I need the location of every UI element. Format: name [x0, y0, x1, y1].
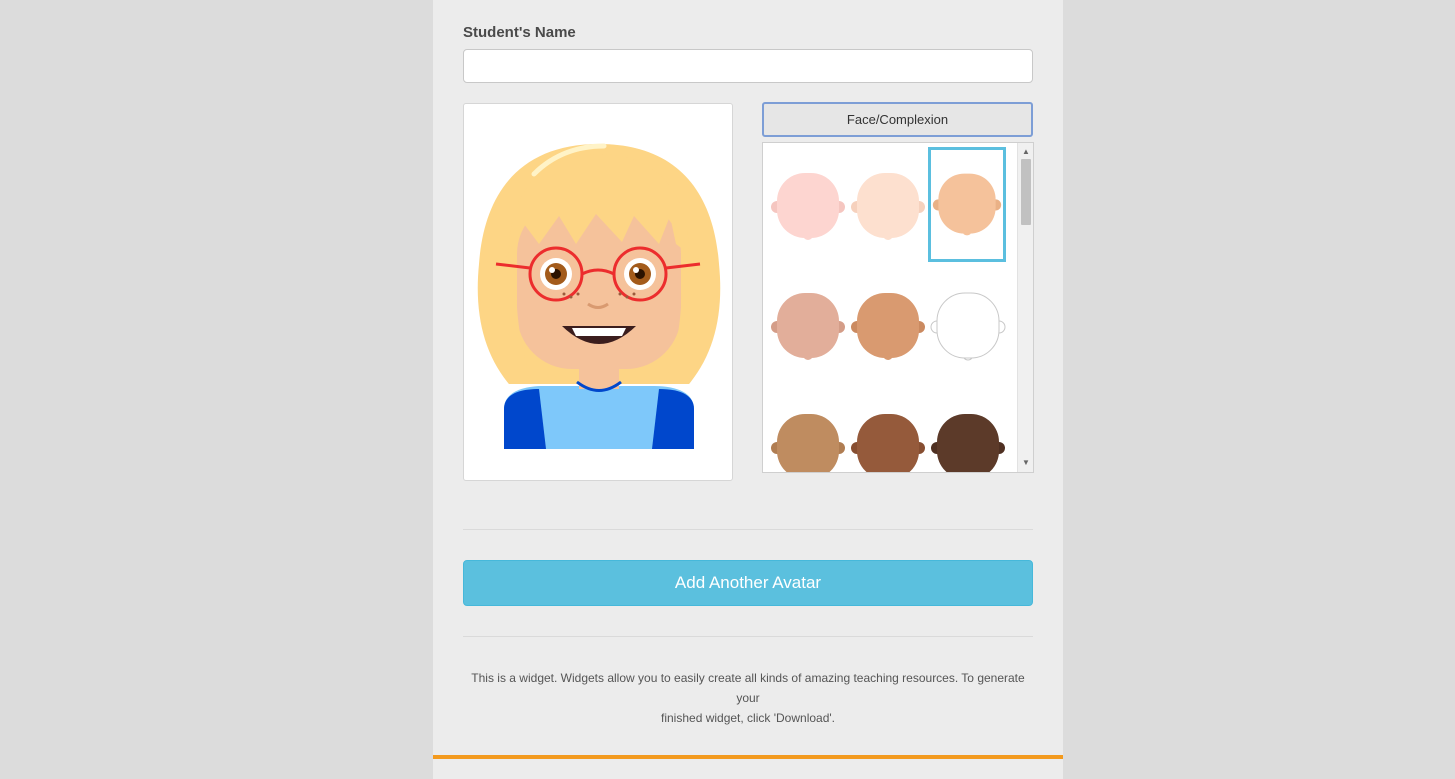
scroll-thumb[interactable] [1021, 159, 1031, 225]
category-face-complexion-button[interactable]: Face/Complexion [762, 102, 1033, 137]
face-shape-icon [851, 173, 925, 240]
complexion-option-7[interactable] [769, 390, 847, 472]
complexion-option-1[interactable] [769, 149, 847, 264]
face-shape-icon [851, 414, 925, 472]
widget-panel: Student's Name Face/Complexion ▲ ▼ Add A… [433, 0, 1063, 779]
widget-info-line-2: finished widget, click 'Download'. [661, 711, 835, 725]
complexion-option-6[interactable] [929, 269, 1007, 384]
face-shape-icon [931, 414, 1005, 472]
widget-info-line-1: This is a widget. Widgets allow you to e… [471, 671, 1025, 705]
complexion-options: ▲ ▼ [762, 142, 1034, 473]
add-another-avatar-button[interactable]: Add Another Avatar [463, 560, 1033, 606]
options-scrollbar[interactable]: ▲ ▼ [1017, 143, 1033, 472]
student-name-label: Student's Name [463, 24, 576, 41]
face-shape-icon [771, 293, 845, 360]
panel-bottom-accent-bar [433, 755, 1063, 759]
scroll-down-arrow-icon[interactable]: ▼ [1018, 456, 1033, 470]
complexion-option-2[interactable] [849, 149, 927, 264]
face-shape-icon [930, 292, 1006, 361]
student-name-input[interactable] [463, 49, 1033, 83]
face-shape-icon [932, 173, 1002, 236]
scroll-up-arrow-icon[interactable]: ▲ [1018, 145, 1033, 159]
avatar-preview [463, 103, 733, 481]
widget-info-text: This is a widget. Widgets allow you to e… [463, 668, 1033, 728]
face-shape-icon [851, 293, 925, 360]
face-shape-icon [771, 414, 845, 472]
complexion-option-8[interactable] [849, 390, 927, 472]
avatar-image [477, 143, 721, 449]
face-shape-icon [771, 173, 845, 240]
complexion-option-5[interactable] [849, 269, 927, 384]
complexion-option-4[interactable] [769, 269, 847, 384]
divider-top [463, 529, 1033, 530]
divider-bottom [463, 636, 1033, 637]
complexion-option-9[interactable] [929, 390, 1007, 472]
complexion-option-3-selected[interactable] [928, 147, 1006, 262]
